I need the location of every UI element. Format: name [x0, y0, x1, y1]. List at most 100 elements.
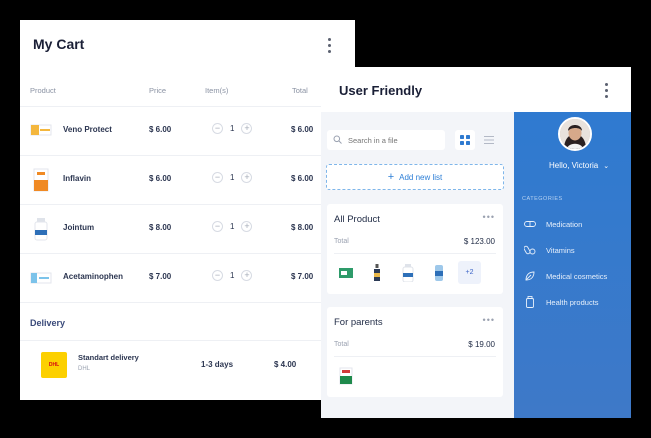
card-items: +2: [334, 261, 481, 284]
list-card[interactable]: For parents ••• Total $ 19.00: [327, 307, 503, 397]
capsule-icon: [524, 218, 536, 230]
lists-pane: + Add new list All Product ••• Total $ 1…: [321, 112, 514, 418]
quantity-stepper: − 1 +: [212, 221, 253, 232]
uf-header: User Friendly: [321, 67, 631, 112]
product-name: Acetaminophen: [63, 272, 124, 281]
grid-view-icon[interactable]: [455, 130, 475, 150]
product-price: $ 8.00: [149, 223, 172, 232]
search-icon: [333, 131, 342, 149]
category-label: Health products: [546, 297, 599, 307]
quantity-stepper: − 1 +: [212, 123, 253, 134]
cart-title: My Cart: [33, 36, 85, 52]
increment-button[interactable]: +: [241, 172, 253, 183]
cart-row: Inflavin $ 6.00 − 1 + $ 6.00: [20, 155, 355, 204]
product-total: $ 6.00: [291, 174, 314, 183]
search-box[interactable]: [327, 130, 445, 150]
leaf-icon: [524, 270, 536, 282]
avatar[interactable]: [558, 117, 592, 151]
card-total-amount: $ 123.00: [463, 237, 495, 246]
quantity-value: 1: [230, 173, 235, 182]
card-menu-icon[interactable]: •••: [483, 315, 495, 325]
categories-heading: CATEGORIES: [522, 196, 563, 202]
search-input[interactable]: [348, 135, 438, 145]
category-item-medical-cosmetics[interactable]: Medical cosmetics: [524, 270, 607, 282]
quantity-value: 1: [230, 124, 235, 133]
product-price: $ 6.00: [149, 125, 172, 134]
decrement-button[interactable]: −: [212, 270, 223, 281]
card-title: All Product: [334, 214, 380, 225]
plus-icon: +: [387, 171, 395, 183]
category-item-vitamins[interactable]: Vitamins: [524, 244, 575, 256]
product-image: [30, 168, 52, 192]
column-items: Item(s): [205, 86, 229, 95]
category-label: Medical cosmetics: [546, 271, 608, 281]
list-card[interactable]: All Product ••• Total $ 123.00 +2: [327, 204, 503, 294]
uf-title: User Friendly: [339, 83, 423, 98]
product-name: Inflavin: [63, 174, 92, 183]
column-product: Product: [30, 86, 56, 95]
category-label: Medication: [546, 219, 583, 229]
category-item-health-products[interactable]: Health products: [524, 296, 599, 308]
cart-row: Acetaminophen $ 7.00 − 1 + $ 7.00: [20, 253, 355, 302]
dhl-logo: DHL: [41, 352, 67, 378]
decrement-button[interactable]: −: [212, 221, 223, 232]
cart-row: Veno Protect $ 6.00 − 1 + $ 6.00: [20, 106, 355, 155]
pills-icon: [524, 244, 536, 256]
quantity-stepper: − 1 +: [212, 270, 253, 281]
product-name: Jointum: [63, 223, 95, 232]
decrement-button[interactable]: −: [212, 172, 223, 183]
card-menu-icon[interactable]: •••: [483, 212, 495, 222]
user-greeting[interactable]: Hello, Victoria ⌄: [549, 161, 609, 170]
more-items-badge[interactable]: +2: [458, 261, 481, 284]
cart-row: Jointum $ 8.00 − 1 + $ 8.00: [20, 204, 355, 253]
delivery-carrier: DHL: [78, 366, 91, 372]
quantity-stepper: − 1 +: [212, 172, 253, 183]
delivery-option[interactable]: DHL Standart delivery DHL 1-3 days $ 4.0…: [20, 340, 355, 390]
delivery-price: $ 4.00: [274, 360, 297, 369]
category-label: Vitamins: [546, 245, 575, 255]
product-price: $ 6.00: [149, 174, 172, 183]
product-total: $ 7.00: [291, 272, 314, 281]
card-total-label: Total: [334, 341, 349, 348]
bottle-icon: [524, 296, 536, 308]
increment-button[interactable]: +: [241, 123, 253, 134]
product-thumbnail: [334, 364, 357, 387]
category-item-medication[interactable]: Medication: [524, 218, 582, 230]
add-new-list-button[interactable]: + Add new list: [326, 164, 504, 190]
product-price: $ 7.00: [149, 272, 172, 281]
product-image: [30, 119, 52, 143]
product-total: $ 6.00: [291, 125, 314, 134]
cart-kebab-menu-icon[interactable]: [328, 38, 332, 53]
canvas: My Cart Product Price Item(s) Total Veno…: [0, 0, 651, 438]
quantity-value: 1: [230, 271, 235, 280]
increment-button[interactable]: +: [241, 270, 253, 281]
product-image: [30, 217, 52, 241]
chevron-down-icon: ⌄: [603, 163, 610, 170]
product-thumbnail: [365, 261, 388, 284]
product-thumbnail: [334, 261, 357, 284]
product-thumbnail: [427, 261, 450, 284]
list-view-icon[interactable]: [481, 132, 497, 148]
column-price: Price: [149, 86, 167, 95]
product-image: [30, 266, 52, 290]
product-total: $ 8.00: [291, 223, 314, 232]
divider: [334, 356, 496, 357]
delivery-name: Standart delivery: [78, 353, 139, 362]
card-total-label: Total: [334, 238, 349, 245]
cart-window: My Cart Product Price Item(s) Total Veno…: [20, 20, 355, 400]
user-friendly-window: User Friendly + Add new list All Prod: [321, 67, 631, 418]
add-new-list-label: Add new list: [399, 172, 443, 182]
divider: [334, 253, 496, 254]
delivery-days: 1-3 days: [201, 360, 234, 369]
increment-button[interactable]: +: [241, 221, 253, 232]
decrement-button[interactable]: −: [212, 123, 223, 134]
card-total-amount: $ 19.00: [468, 340, 495, 349]
card-items: [334, 364, 357, 387]
product-name: Veno Protect: [63, 125, 112, 134]
card-title: For parents: [334, 317, 383, 328]
quantity-value: 1: [230, 222, 235, 231]
column-total: Total: [292, 86, 308, 95]
greeting-text: Hello, Victoria: [549, 161, 599, 170]
divider: [20, 302, 355, 303]
uf-kebab-menu-icon[interactable]: [605, 83, 609, 98]
